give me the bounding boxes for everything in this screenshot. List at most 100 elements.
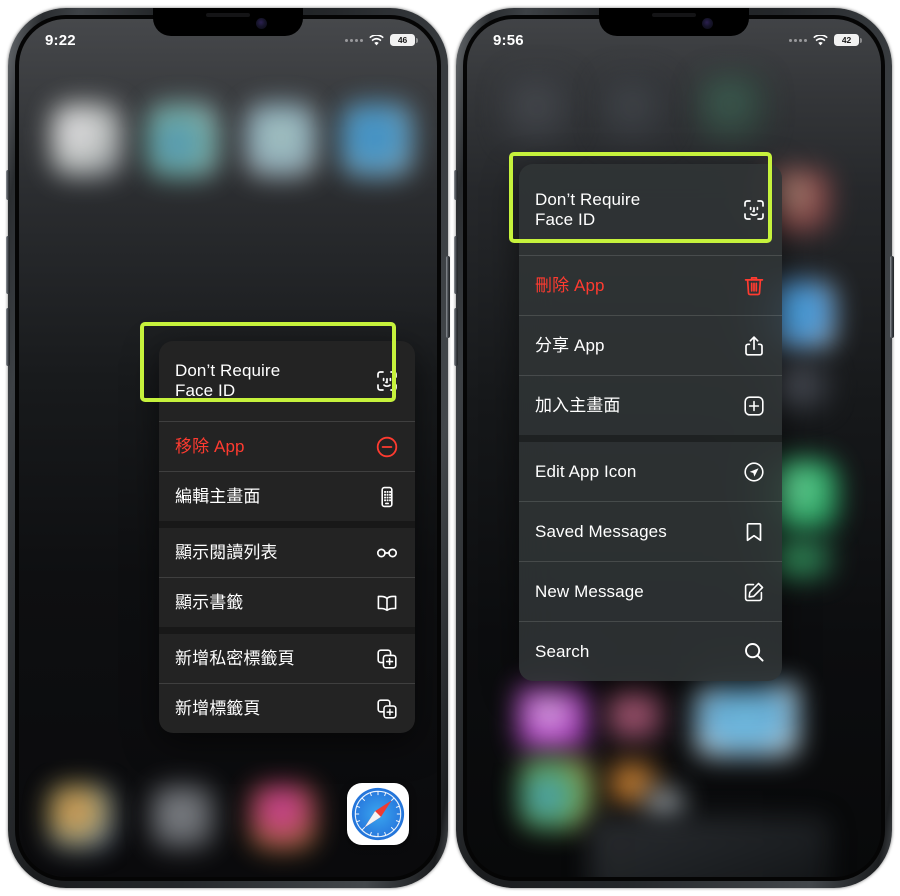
notch <box>153 8 303 36</box>
menu-item-label: Search <box>535 641 590 661</box>
menu-item-1[interactable]: 移除 App <box>159 422 415 471</box>
menu-item-3[interactable]: 加入主畫面 <box>519 376 782 435</box>
battery-indicator: 46 <box>390 34 418 46</box>
safari-compass-glyph <box>351 787 405 841</box>
menu-item-label: Don’t Require Face ID <box>175 361 281 400</box>
blurred-app-icon <box>245 103 317 177</box>
blurred-app-icon <box>519 757 593 829</box>
status-indicators: 42 <box>789 34 862 46</box>
notch <box>599 8 749 36</box>
blurred-widget <box>589 817 829 877</box>
earpiece-speaker <box>206 13 250 17</box>
faceid-icon <box>742 198 766 222</box>
battery-indicator: 42 <box>834 34 862 46</box>
trash-icon <box>742 274 766 298</box>
menu-item-label: 顯示閱讀列表 <box>175 542 278 562</box>
status-indicators: 46 <box>345 34 418 46</box>
menu-item-4[interactable]: 顯示書籤 <box>159 578 415 627</box>
blurred-app-icon <box>503 73 573 143</box>
menu-group-separator <box>159 627 415 634</box>
send-icon <box>742 460 766 484</box>
menu-group-separator <box>519 435 782 442</box>
wifi-icon <box>369 34 384 46</box>
menu-item-label: Don’t Require Face ID <box>535 189 641 229</box>
left-phone-device: 9:22 46 Don’t Require Face ID 移除 App 編輯主… <box>6 8 450 888</box>
glasses-icon <box>375 541 399 565</box>
mute-switch[interactable] <box>6 170 10 200</box>
menu-group-separator <box>159 521 415 528</box>
menu-item-1[interactable]: 刪除 App <box>519 256 782 315</box>
power-button[interactable] <box>446 256 450 338</box>
volume-down-button[interactable] <box>454 308 458 366</box>
earpiece-speaker <box>652 13 696 17</box>
menu-item-label: 新增私密標籤頁 <box>175 648 295 668</box>
telegram-context-menu[interactable]: Don’t Require Face ID 刪除 App 分享 App 加入主畫面 Ed… <box>519 164 782 681</box>
menu-item-0[interactable]: Don’t Require Face ID <box>159 341 415 421</box>
status-time: 9:56 <box>493 31 524 49</box>
blurred-app-icon <box>341 103 413 177</box>
menu-item-4[interactable]: Edit App Icon <box>519 442 782 501</box>
blurred-dock-icon <box>49 785 113 849</box>
right-phone-device: 9:56 42 Don’t Require Face ID 刪除 App 分享 … <box>454 8 894 888</box>
menu-item-6[interactable]: 新增標籤頁 <box>159 684 415 733</box>
blurred-app-icon <box>599 73 669 143</box>
right-phone-screen: 9:56 42 Don’t Require Face ID 刪除 App 分享 … <box>467 19 881 877</box>
book-icon <box>375 591 399 615</box>
mute-switch[interactable] <box>454 170 458 200</box>
blurred-app-icon <box>697 73 767 143</box>
cellular-dots-icon <box>345 38 363 42</box>
right-phone-bezel: 9:56 42 Don’t Require Face ID 刪除 App 分享 … <box>463 15 885 881</box>
front-camera <box>256 18 267 29</box>
safari-app-icon[interactable] <box>347 783 409 845</box>
power-button[interactable] <box>890 256 894 338</box>
menu-item-label: 編輯主畫面 <box>175 486 261 506</box>
share-icon <box>742 334 766 358</box>
volume-up-button[interactable] <box>6 236 10 294</box>
blurred-app-icon <box>517 681 589 753</box>
menu-item-3[interactable]: 顯示閱讀列表 <box>159 528 415 577</box>
search-icon <box>742 640 766 664</box>
menu-item-5[interactable]: Saved Messages <box>519 502 782 561</box>
menu-item-label: New Message <box>535 581 644 601</box>
menu-item-6[interactable]: New Message <box>519 562 782 621</box>
status-time: 9:22 <box>45 31 76 49</box>
blurred-dock-icon <box>151 785 215 849</box>
blurred-dock-icon <box>251 785 315 849</box>
menu-item-label: 刪除 App <box>535 275 605 295</box>
left-phone-bezel: 9:22 46 Don’t Require Face ID 移除 App 編輯主… <box>15 15 441 881</box>
menu-item-label: 顯示書籤 <box>175 592 244 612</box>
add-to-home-icon <box>742 394 766 418</box>
screenshot-canvas: 9:22 46 Don’t Require Face ID 移除 App 編輯主… <box>0 0 900 896</box>
new-private-tab-icon <box>375 647 399 671</box>
menu-item-7[interactable]: Search <box>519 622 782 681</box>
menu-item-5[interactable]: 新增私密標籤頁 <box>159 634 415 683</box>
menu-item-label: 新增標籤頁 <box>175 698 261 718</box>
blurred-app-icon <box>607 687 663 741</box>
volume-down-button[interactable] <box>6 308 10 366</box>
blurred-widget <box>695 681 799 757</box>
front-camera <box>702 18 713 29</box>
menu-item-label: 移除 App <box>175 436 245 456</box>
safari-context-menu[interactable]: Don’t Require Face ID 移除 App 編輯主畫面顯示閱讀列表 顯示… <box>159 341 415 733</box>
bookmark-icon <box>742 520 766 544</box>
menu-item-label: 分享 App <box>535 335 605 355</box>
cellular-dots-icon <box>789 38 807 42</box>
blurred-app-icon <box>51 103 123 177</box>
menu-item-2[interactable]: 編輯主畫面 <box>159 472 415 521</box>
menu-item-2[interactable]: 分享 App <box>519 316 782 375</box>
new-tab-icon <box>375 697 399 721</box>
faceid-icon <box>375 369 399 393</box>
left-dock <box>29 781 427 861</box>
compose-icon <box>742 580 766 604</box>
minus-circle-icon <box>375 435 399 459</box>
wifi-icon <box>813 34 828 46</box>
battery-percent: 42 <box>841 35 852 45</box>
volume-up-button[interactable] <box>454 236 458 294</box>
battery-percent: 46 <box>397 35 408 45</box>
menu-item-label: Edit App Icon <box>535 461 637 481</box>
menu-item-0[interactable]: Don’t Require Face ID <box>519 164 782 255</box>
blurred-app-icon <box>147 103 219 177</box>
menu-item-label: Saved Messages <box>535 521 667 541</box>
edit-home-screen-icon <box>375 485 399 509</box>
left-phone-screen: 9:22 46 Don’t Require Face ID 移除 App 編輯主… <box>19 19 437 877</box>
